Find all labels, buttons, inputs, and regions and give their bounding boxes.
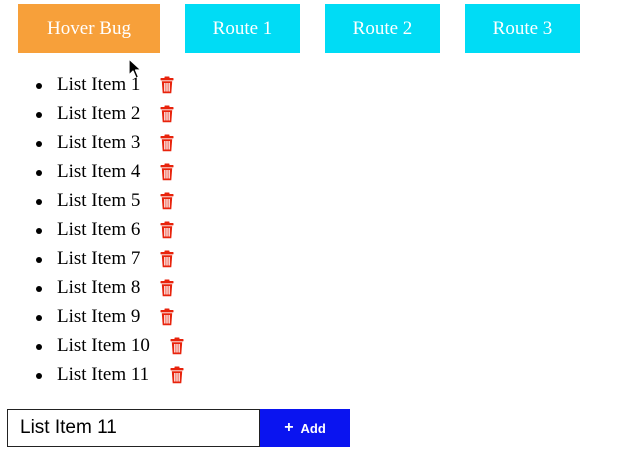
trash-icon[interactable] — [160, 76, 174, 94]
list-item-label: List Item 6 — [57, 219, 141, 240]
add-button-label: Add — [300, 420, 326, 436]
bullet-icon — [36, 199, 42, 205]
hover-bug-button[interactable]: Hover Bug — [18, 4, 160, 53]
bullet-icon — [36, 170, 42, 176]
trash-icon[interactable] — [160, 192, 174, 210]
bullet-icon — [36, 141, 42, 147]
item-input[interactable] — [7, 409, 260, 447]
route-2-button[interactable]: Route 2 — [325, 4, 440, 53]
trash-icon[interactable] — [160, 308, 174, 326]
trash-icon[interactable] — [160, 134, 174, 152]
list-item-label: List Item 11 — [57, 364, 150, 385]
bullet-icon — [36, 286, 42, 292]
trash-icon[interactable] — [160, 279, 174, 297]
list-item-label: List Item 1 — [57, 74, 141, 95]
bullet-icon — [36, 112, 42, 118]
add-item-form: + Add — [7, 409, 350, 447]
trash-icon[interactable] — [160, 250, 174, 268]
trash-icon[interactable] — [170, 337, 184, 355]
trash-icon[interactable] — [160, 105, 174, 123]
route-3-button[interactable]: Route 3 — [465, 4, 580, 53]
bullet-icon — [36, 83, 42, 89]
add-button[interactable]: + Add — [260, 409, 350, 447]
list-item-label: List Item 9 — [57, 306, 141, 327]
plus-icon: + — [284, 419, 294, 436]
bullet-icon — [36, 373, 42, 379]
bullet-icon — [36, 315, 42, 321]
list-item-label: List Item 3 — [57, 132, 141, 153]
list-item-label: List Item 2 — [57, 103, 141, 124]
list-item-label: List Item 7 — [57, 248, 141, 269]
list-item-label: List Item 4 — [57, 161, 141, 182]
trash-icon[interactable] — [160, 221, 174, 239]
list-item-label: List Item 10 — [57, 335, 150, 356]
bullet-icon — [36, 228, 42, 234]
trash-icon[interactable] — [170, 366, 184, 384]
route-1-button[interactable]: Route 1 — [185, 4, 300, 53]
bullet-icon — [36, 344, 42, 350]
bullet-icon — [36, 257, 42, 263]
list-item-label: List Item 8 — [57, 277, 141, 298]
list-item-label: List Item 5 — [57, 190, 141, 211]
trash-icon[interactable] — [160, 163, 174, 181]
